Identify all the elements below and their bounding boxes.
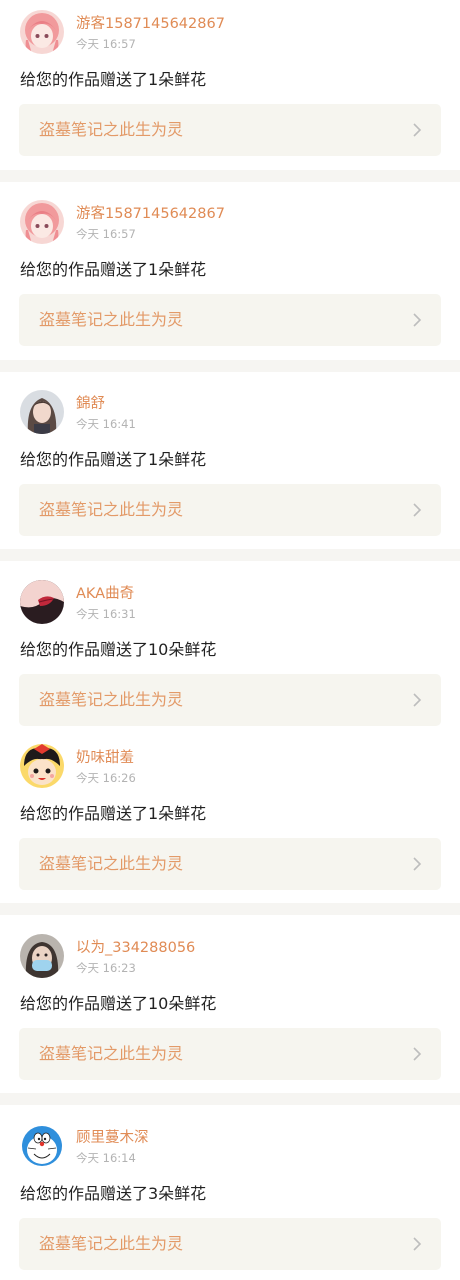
- gift-message: 给您的作品赠送了1朵鲜花: [20, 70, 207, 89]
- gift-message: 给您的作品赠送了1朵鲜花: [20, 260, 207, 279]
- user-name[interactable]: 顾里蔓木深: [76, 1128, 149, 1148]
- avatar[interactable]: [20, 1124, 64, 1168]
- timestamp: 今天 16:14: [76, 1151, 136, 1165]
- avatar[interactable]: [20, 10, 64, 54]
- timestamp: 今天 16:57: [76, 227, 136, 241]
- avatar[interactable]: [20, 744, 64, 788]
- work-title: 盗墓笔记之此生为灵: [39, 690, 184, 709]
- timestamp: 今天 16:31: [76, 607, 136, 621]
- avatar[interactable]: [20, 390, 64, 434]
- user-name[interactable]: 以为_334288056: [76, 938, 195, 958]
- timestamp: 今天 16:57: [76, 37, 136, 51]
- chevron-right-icon: [413, 857, 422, 871]
- section-divider: [0, 549, 460, 561]
- gift-message: 给您的作品赠送了10朵鲜花: [20, 640, 217, 659]
- work-title: 盗墓笔记之此生为灵: [39, 1044, 184, 1063]
- work-link[interactable]: 盗墓笔记之此生为灵: [19, 674, 441, 726]
- section-divider: [0, 903, 460, 915]
- user-name[interactable]: 錦舒: [76, 394, 105, 414]
- timestamp: 今天 16:23: [76, 961, 136, 975]
- gift-message: 给您的作品赠送了1朵鲜花: [20, 804, 207, 823]
- work-link[interactable]: 盗墓笔记之此生为灵: [19, 838, 441, 890]
- chevron-right-icon: [413, 693, 422, 707]
- section-divider: [0, 170, 460, 182]
- chevron-right-icon: [413, 123, 422, 137]
- work-link[interactable]: 盗墓笔记之此生为灵: [19, 104, 441, 156]
- work-title: 盗墓笔记之此生为灵: [39, 120, 184, 139]
- work-link[interactable]: 盗墓笔记之此生为灵: [19, 1218, 441, 1270]
- avatar[interactable]: [20, 934, 64, 978]
- cartoon-kid-avatar-icon: [20, 744, 64, 788]
- gift-message: 给您的作品赠送了10朵鲜花: [20, 994, 217, 1013]
- chevron-right-icon: [413, 503, 422, 517]
- section-divider: [0, 360, 460, 372]
- work-title: 盗墓笔记之此生为灵: [39, 310, 184, 329]
- avatar[interactable]: [20, 580, 64, 624]
- work-link[interactable]: 盗墓笔记之此生为灵: [19, 484, 441, 536]
- timestamp: 今天 16:41: [76, 417, 136, 431]
- chevron-right-icon: [413, 1047, 422, 1061]
- doraemon-avatar-icon: [20, 1124, 64, 1168]
- anime-girl-avatar-icon: [20, 10, 64, 54]
- work-title: 盗墓笔记之此生为灵: [39, 500, 184, 519]
- portrait-avatar-icon: [20, 390, 64, 434]
- work-link[interactable]: 盗墓笔记之此生为灵: [19, 294, 441, 346]
- masked-face-avatar-icon: [20, 934, 64, 978]
- section-divider: [0, 1093, 460, 1105]
- user-name[interactable]: 游客1587145642867: [76, 204, 225, 224]
- lips-avatar-icon: [20, 580, 64, 624]
- gift-message: 给您的作品赠送了1朵鲜花: [20, 450, 207, 469]
- timestamp: 今天 16:26: [76, 771, 136, 785]
- chevron-right-icon: [413, 1237, 422, 1251]
- user-name[interactable]: 游客1587145642867: [76, 14, 225, 34]
- work-title: 盗墓笔记之此生为灵: [39, 1234, 184, 1253]
- user-name[interactable]: AKA曲奇: [76, 584, 134, 604]
- gift-message: 给您的作品赠送了3朵鲜花: [20, 1184, 207, 1203]
- user-name[interactable]: 奶味甜羞: [76, 748, 134, 768]
- work-title: 盗墓笔记之此生为灵: [39, 854, 184, 873]
- anime-girl-avatar-icon: [20, 200, 64, 244]
- work-link[interactable]: 盗墓笔记之此生为灵: [19, 1028, 441, 1080]
- avatar[interactable]: [20, 200, 64, 244]
- chevron-right-icon: [413, 313, 422, 327]
